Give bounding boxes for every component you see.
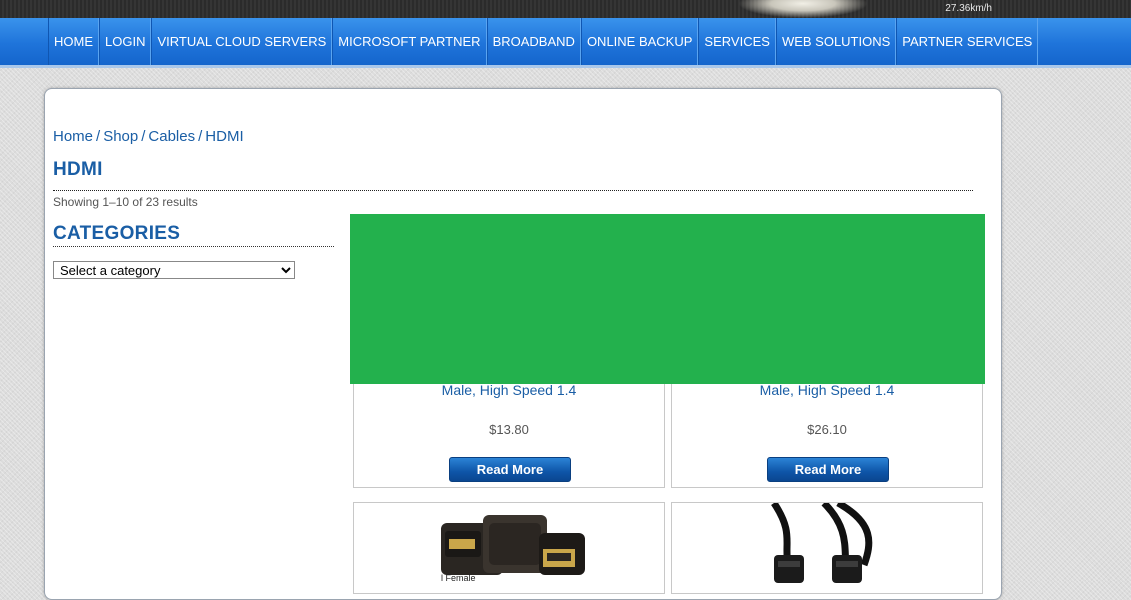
title-divider bbox=[53, 190, 973, 191]
ad-overlay-block bbox=[350, 214, 985, 384]
breadcrumb: Home / Shop / Cables / HDMI bbox=[53, 128, 244, 145]
product-card bbox=[671, 502, 983, 594]
breadcrumb-home[interactable]: Home bbox=[53, 128, 93, 145]
nav-broadband[interactable]: BROADBAND bbox=[486, 18, 581, 65]
nav-web-solutions[interactable]: WEB SOLUTIONS bbox=[775, 18, 897, 65]
breadcrumb-separator: / bbox=[198, 128, 203, 145]
categories-title: CATEGORIES bbox=[53, 223, 181, 244]
nav-online-backup[interactable]: ONLINE BACKUP bbox=[580, 18, 699, 65]
thumbnail-caption: l Female bbox=[441, 573, 476, 583]
page-title: HDMI bbox=[53, 159, 103, 180]
categories-divider bbox=[53, 246, 334, 247]
main-nav: HOME LOGIN VIRTUAL CLOUD SERVERS MICROSO… bbox=[0, 18, 1131, 68]
speed-readout: 27.36km/h bbox=[945, 3, 992, 14]
product-card: Male, High Speed 1.4 $13.80 Read More bbox=[353, 376, 665, 488]
breadcrumb-current: HDMI bbox=[205, 128, 244, 145]
nav-services[interactable]: SERVICES bbox=[698, 18, 776, 65]
read-more-button[interactable]: Read More bbox=[767, 457, 889, 482]
nav-virtual-cloud-servers[interactable]: VIRTUAL CLOUD SERVERS bbox=[151, 18, 333, 65]
nav-microsoft-partner[interactable]: MICROSOFT PARTNER bbox=[332, 18, 487, 65]
nav-list: HOME LOGIN VIRTUAL CLOUD SERVERS MICROSO… bbox=[48, 18, 1039, 65]
breadcrumb-separator: / bbox=[96, 128, 101, 145]
product-card: Male, High Speed 1.4 $26.10 Read More bbox=[671, 376, 983, 488]
product-name[interactable]: Male, High Speed 1.4 bbox=[354, 382, 664, 398]
nav-partner-services[interactable]: PARTNER SERVICES bbox=[896, 18, 1039, 65]
nav-home[interactable]: HOME bbox=[48, 18, 99, 65]
breadcrumb-cables[interactable]: Cables bbox=[148, 128, 195, 145]
breadcrumb-shop[interactable]: Shop bbox=[103, 128, 138, 145]
result-count: Showing 1–10 of 23 results bbox=[53, 195, 198, 209]
product-price: $13.80 bbox=[489, 422, 529, 437]
product-card: l Female bbox=[353, 502, 665, 594]
product-name[interactable]: Male, High Speed 1.4 bbox=[672, 382, 982, 398]
hdmi-cable-image[interactable] bbox=[754, 503, 904, 583]
product-price: $26.10 bbox=[807, 422, 847, 437]
read-more-button[interactable]: Read More bbox=[449, 457, 571, 482]
header-cloud-graphic bbox=[738, 0, 868, 18]
top-bar: 27.36km/h bbox=[0, 0, 1131, 18]
category-select[interactable]: Select a category bbox=[53, 261, 295, 279]
hdmi-adapter-image[interactable]: l Female bbox=[439, 509, 591, 583]
nav-login[interactable]: LOGIN bbox=[99, 18, 152, 65]
breadcrumb-separator: / bbox=[141, 128, 146, 145]
